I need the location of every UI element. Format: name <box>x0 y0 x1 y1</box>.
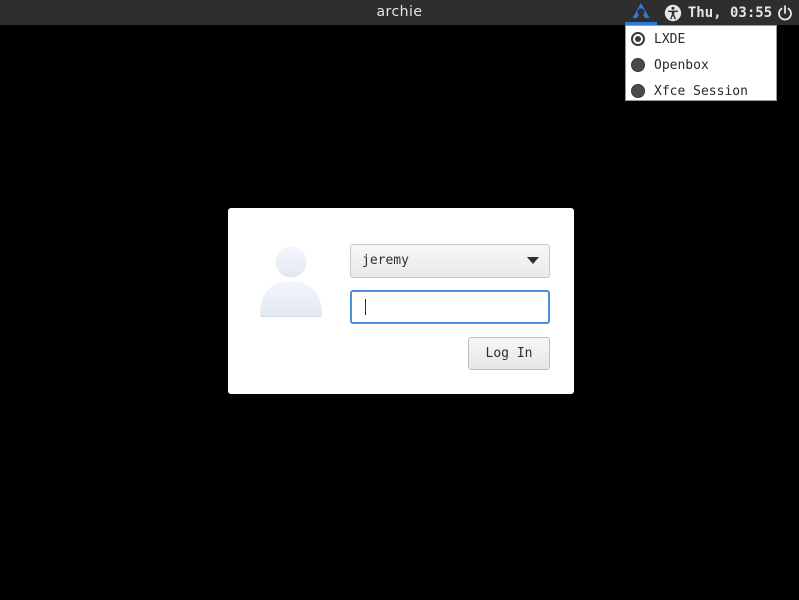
accessibility-icon <box>664 4 682 21</box>
power-icon <box>778 4 792 20</box>
top-panel: archie Thu, 03:55 <box>0 0 799 25</box>
radio-unselected-icon <box>631 58 645 72</box>
login-button[interactable]: Log In <box>468 337 550 370</box>
accessibility-indicator[interactable] <box>662 0 684 25</box>
session-option-label: LXDE <box>654 31 686 47</box>
clock: Thu, 03:55 <box>687 4 773 21</box>
radio-selected-icon <box>631 32 645 46</box>
session-indicator[interactable] <box>625 0 657 25</box>
text-caret <box>365 299 366 315</box>
dropdown-arrow-icon <box>527 257 539 264</box>
session-option-label: Xfce Session <box>654 83 748 99</box>
password-input[interactable] <box>350 290 550 324</box>
user-avatar-icon <box>260 246 322 318</box>
power-indicator[interactable] <box>774 0 796 25</box>
session-option-xfce[interactable]: Xfce Session <box>626 78 776 104</box>
session-option-lxde[interactable]: LXDE <box>626 26 776 52</box>
session-menu: LXDE Openbox Xfce Session <box>625 25 777 101</box>
session-option-label: Openbox <box>654 57 709 73</box>
session-option-openbox[interactable]: Openbox <box>626 52 776 78</box>
login-dialog: jeremy Log In <box>228 208 574 394</box>
session-icon <box>632 3 650 18</box>
user-select[interactable]: jeremy <box>350 244 550 278</box>
radio-unselected-icon <box>631 84 645 98</box>
user-select-value: jeremy <box>362 253 409 268</box>
